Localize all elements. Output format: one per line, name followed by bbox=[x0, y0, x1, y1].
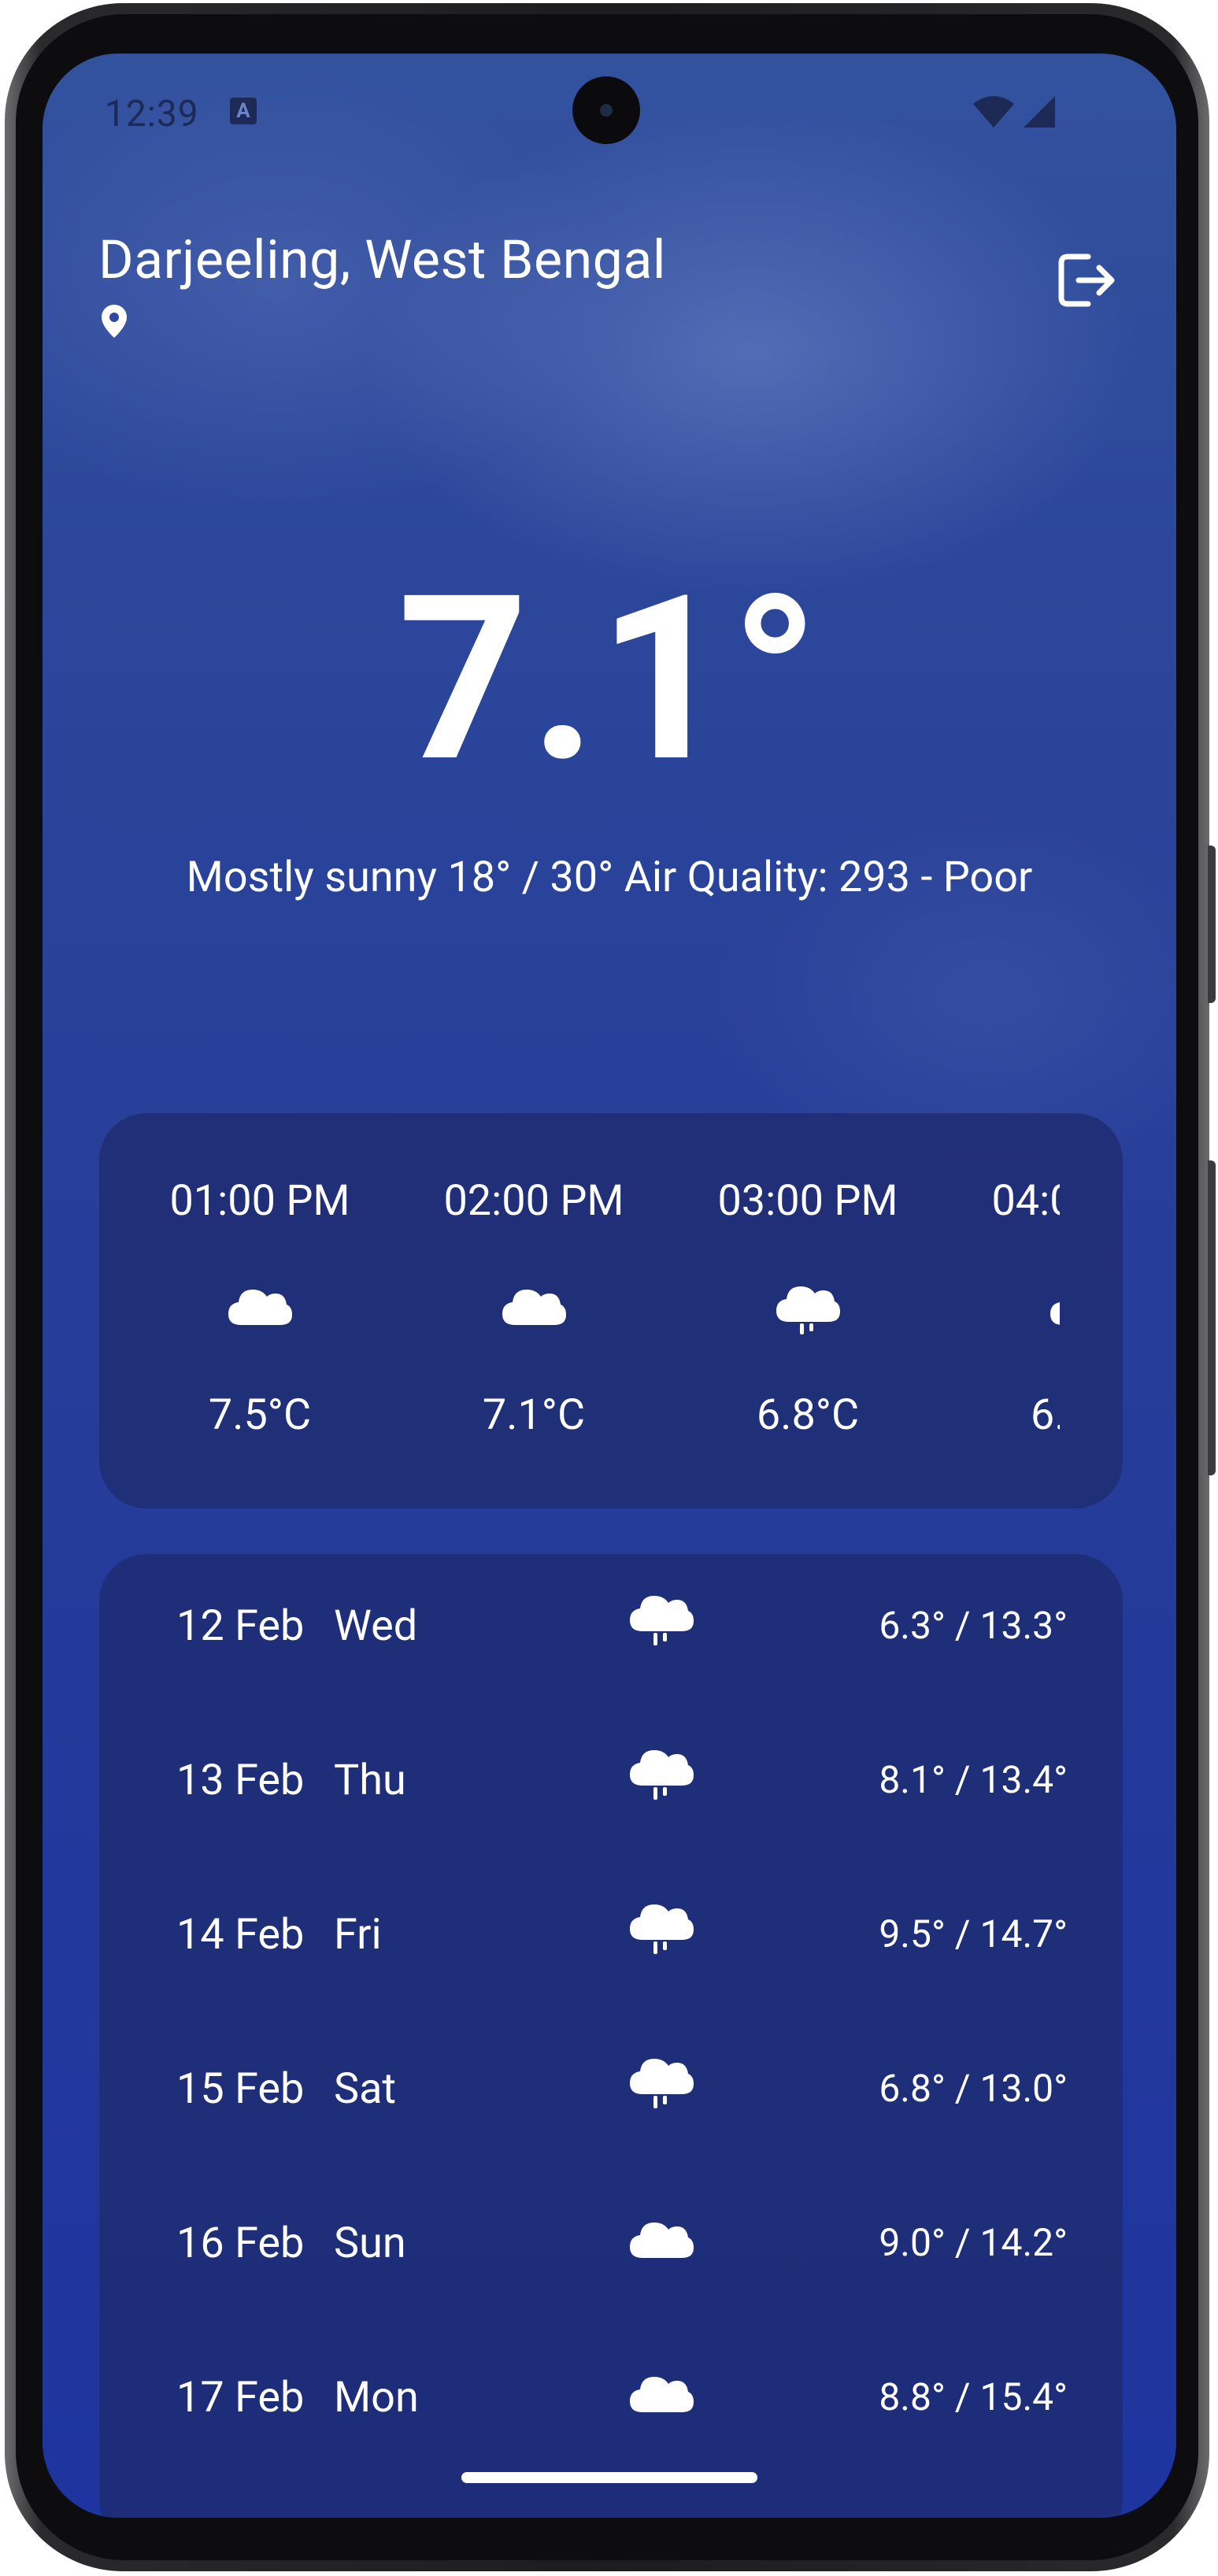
hourly-item: 04:00 PM 6.6°C bbox=[945, 1113, 1060, 1508]
status-time: 12:39 bbox=[105, 93, 199, 135]
location-title: Darjeeling, West Bengal bbox=[98, 228, 666, 291]
cloud-rain-icon bbox=[630, 1904, 694, 1954]
hourly-time: 03:00 PM bbox=[717, 1176, 898, 1226]
cloud-rain-icon bbox=[630, 2059, 694, 2108]
hourly-temperature: 7.5°C bbox=[208, 1390, 312, 1440]
location-pin-icon[interactable] bbox=[101, 304, 128, 339]
hourly-item: 01:00 PM 7.5°C bbox=[123, 1113, 397, 1508]
cloud-icon bbox=[502, 1290, 566, 1325]
daily-date: 14 Feb bbox=[176, 1910, 305, 1960]
phone-frame: 12:39 A Darjeeling, West Bengal 7.1° Mos… bbox=[5, 3, 1216, 2571]
gesture-navigation-bar[interactable] bbox=[461, 2472, 757, 2483]
daily-row[interactable]: 15 Feb Sat 6.8° / 13.0° bbox=[99, 2017, 1123, 2171]
hourly-temperature: 7.1°C bbox=[482, 1390, 586, 1440]
daily-row[interactable]: 12 Feb Wed 6.3° / 13.3° bbox=[99, 1554, 1123, 1708]
daily-weekday: Wed bbox=[334, 1601, 418, 1651]
hourly-time: 01:00 PM bbox=[169, 1176, 350, 1226]
cloud-icon bbox=[1050, 1302, 1060, 1325]
front-camera bbox=[572, 76, 640, 144]
daily-temperature-range: 6.8° / 13.0° bbox=[879, 2066, 1068, 2111]
daily-weekday: Sat bbox=[334, 2064, 397, 2114]
daily-temperature-range: 6.3° / 13.3° bbox=[879, 1603, 1068, 1648]
power-button bbox=[1208, 846, 1216, 1003]
cloud-rain-icon bbox=[776, 1286, 840, 1334]
volume-button bbox=[1208, 1160, 1216, 1475]
hourly-item: 03:00 PM 6.8°C bbox=[671, 1113, 945, 1508]
cloud-rain-icon bbox=[630, 1750, 694, 1800]
hourly-forecast-list[interactable]: 01:00 PM 7.5°C 02:00 PM 7.1°C 03:00 PM 6… bbox=[99, 1113, 1060, 1508]
daily-date: 17 Feb bbox=[176, 2373, 305, 2422]
hourly-time: 04:00 PM bbox=[991, 1176, 1060, 1226]
weather-summary: Mostly sunny 18° / 30° Air Quality: 293 … bbox=[186, 853, 1033, 902]
daily-temperature-range: 8.1° / 13.4° bbox=[879, 1757, 1068, 1802]
daily-weekday: Mon bbox=[334, 2373, 419, 2422]
hourly-forecast-card[interactable]: 01:00 PM 7.5°C 02:00 PM 7.1°C 03:00 PM 6… bbox=[99, 1113, 1123, 1508]
daily-row[interactable]: 13 Feb Thu 8.1° / 13.4° bbox=[99, 1708, 1123, 1863]
daily-date: 15 Feb bbox=[176, 2064, 305, 2114]
signal-icon bbox=[1024, 96, 1055, 128]
cloud-rain-icon bbox=[630, 1596, 694, 1645]
daily-row[interactable]: 14 Feb Fri 9.5° / 14.7° bbox=[99, 1863, 1123, 2017]
daily-date: 16 Feb bbox=[176, 2219, 305, 2268]
status-bar: 12:39 A bbox=[43, 54, 1176, 172]
cloud-icon bbox=[228, 1290, 292, 1325]
cloud-icon bbox=[630, 2223, 694, 2258]
hourly-temperature: 6.6°C bbox=[1030, 1390, 1060, 1440]
daily-temperature-range: 9.0° / 14.2° bbox=[879, 2220, 1068, 2265]
current-temperature: 7.1° bbox=[398, 546, 821, 813]
notification-icon: A bbox=[230, 98, 257, 124]
wifi-icon bbox=[973, 96, 1014, 128]
logout-icon[interactable] bbox=[1057, 252, 1116, 309]
daily-forecast-card[interactable]: 12 Feb Wed 6.3° / 13.3° 13 Feb Thu 8.1° … bbox=[99, 1554, 1123, 2518]
hourly-temperature: 6.8°C bbox=[756, 1390, 860, 1440]
daily-temperature-range: 8.8° / 15.4° bbox=[879, 2374, 1068, 2419]
hourly-time: 02:00 PM bbox=[443, 1176, 624, 1226]
hourly-item: 02:00 PM 7.1°C bbox=[397, 1113, 671, 1508]
daily-date: 13 Feb bbox=[176, 1756, 305, 1805]
daily-temperature-range: 9.5° / 14.7° bbox=[879, 1912, 1068, 1956]
app-screen: 12:39 A Darjeeling, West Bengal 7.1° Mos… bbox=[43, 54, 1176, 2518]
daily-row[interactable]: 16 Feb Sun 9.0° / 14.2° bbox=[99, 2171, 1123, 2326]
daily-row[interactable]: 17 Feb Mon 8.8° / 15.4° bbox=[99, 2326, 1123, 2480]
daily-date: 12 Feb bbox=[176, 1601, 305, 1651]
daily-weekday: Thu bbox=[334, 1756, 406, 1805]
daily-weekday: Sun bbox=[334, 2219, 406, 2268]
cloud-icon bbox=[630, 2377, 694, 2412]
daily-weekday: Fri bbox=[334, 1910, 382, 1960]
